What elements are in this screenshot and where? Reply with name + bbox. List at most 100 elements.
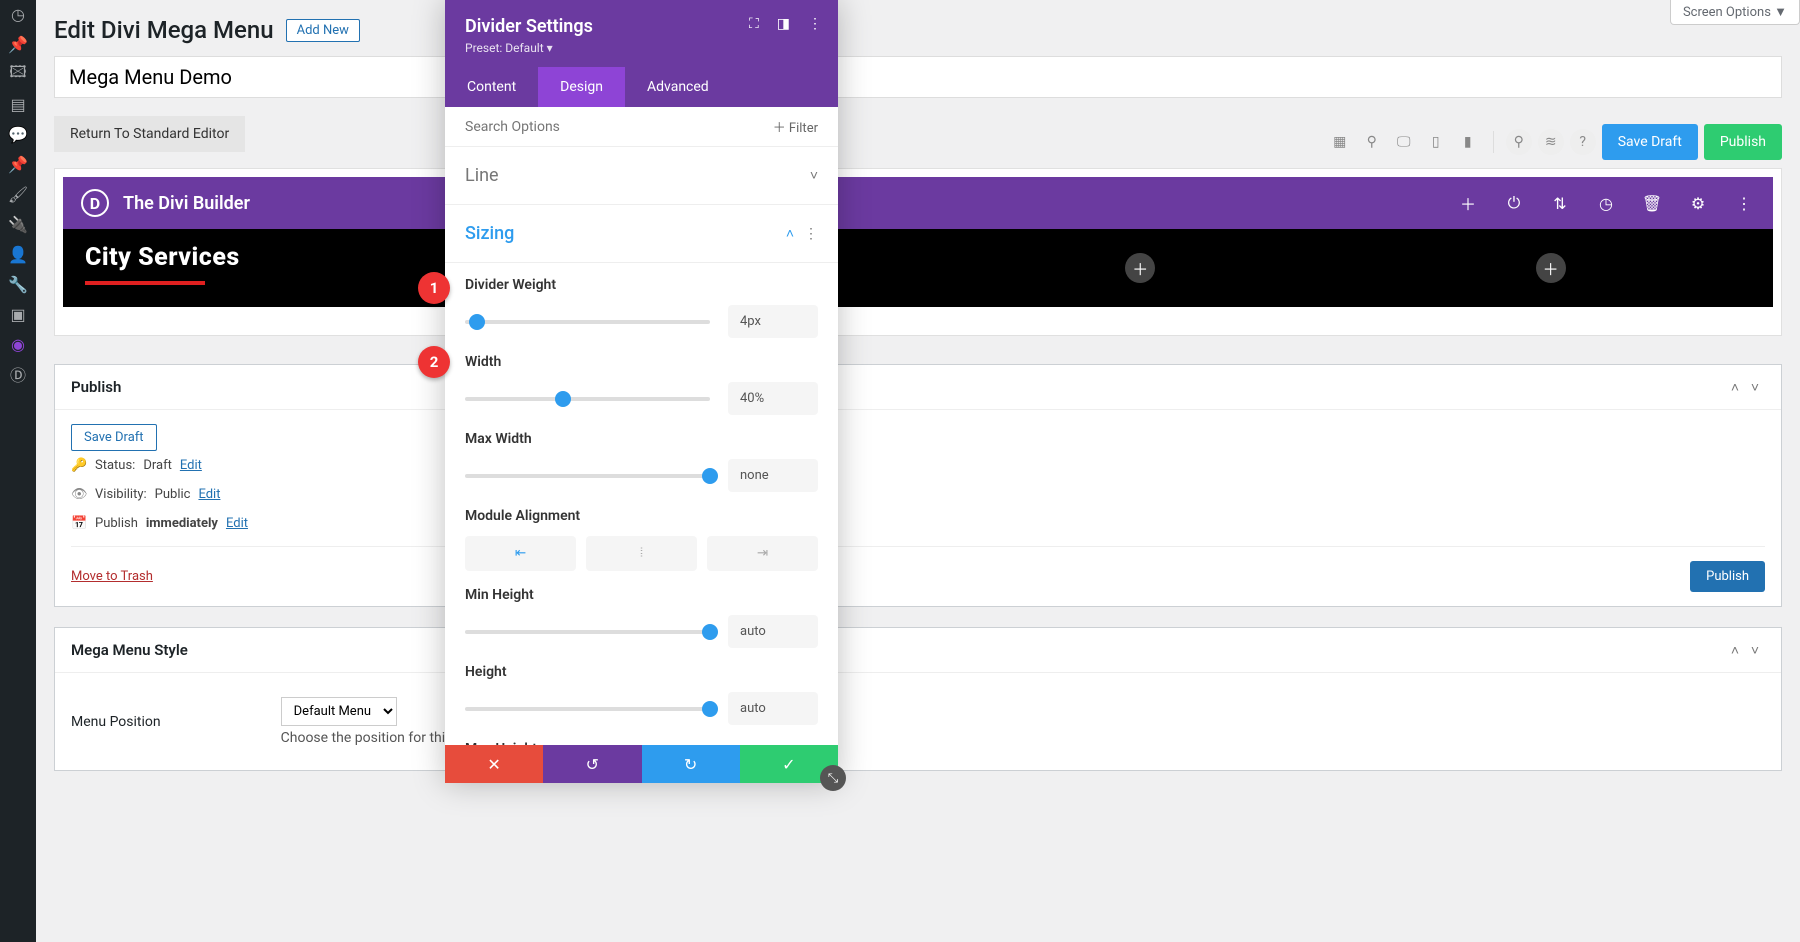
- chevron-down-icon: ˅: [810, 167, 818, 184]
- more-icon[interactable]: ⋮: [804, 226, 818, 242]
- chevron-down-icon[interactable]: ˅: [1745, 640, 1765, 660]
- modal-body[interactable]: ＋ Filter Line ˅ Sizing ˄ ⋮ Divider Weigh…: [445, 107, 838, 745]
- max-width-label: Max Width: [465, 431, 818, 447]
- wireframe-icon[interactable]: ▦: [1327, 129, 1353, 155]
- style-metabox-title: Mega Menu Style: [71, 641, 1725, 659]
- media-icon[interactable]: 🖾: [8, 64, 28, 84]
- search-icon[interactable]: ⚲: [1506, 129, 1532, 155]
- field-module-alignment: Module Alignment ⇤ ⦙ ⇥: [445, 494, 838, 573]
- divi-builder-header: D The Divi Builder ＋ ⏻ ⇅ ◷ 🗑 ⚙ ⋮: [63, 177, 1773, 229]
- tab-advanced[interactable]: Advanced: [625, 67, 731, 107]
- preview-heading: City Services: [85, 243, 1751, 272]
- align-right-button[interactable]: ⇥: [707, 536, 818, 571]
- resize-handle-icon[interactable]: ⤡: [820, 765, 846, 791]
- redo-icon[interactable]: ↻: [642, 745, 740, 783]
- history-icon[interactable]: ◷: [1595, 192, 1617, 214]
- wp-admin-sidebar: ◷ 📌 🖾 ▤ 💬 📌 🖌 🔌 👤 🔧 ▣ ◉ Ⓓ: [0, 0, 36, 942]
- tab-design[interactable]: Design: [538, 67, 625, 107]
- screen-options-toggle[interactable]: Screen Options ▼: [1670, 0, 1800, 25]
- tools-icon[interactable]: 🔧: [8, 274, 28, 294]
- width-slider[interactable]: [465, 397, 710, 401]
- edit-status-link[interactable]: Edit: [180, 458, 202, 473]
- height-input[interactable]: [728, 692, 818, 725]
- divi-d-icon[interactable]: Ⓓ: [8, 364, 28, 384]
- divi-builder-frame: D The Divi Builder ＋ ⏻ ⇅ ◷ 🗑 ⚙ ⋮ City Se…: [54, 168, 1782, 336]
- builder-toolbar: ▦ ⚲ 🖵 ▯ ▮ ⚲ ≋ ? Save Draft Publish: [1327, 116, 1782, 168]
- divider-settings-modal: Divider Settings Preset: Default ▾ ⛶ ◨ ⋮…: [445, 0, 838, 783]
- help-icon[interactable]: ?: [1570, 129, 1596, 155]
- chevron-up-icon[interactable]: ˄: [1725, 377, 1745, 397]
- layers-icon[interactable]: ≋: [1538, 129, 1564, 155]
- close-icon[interactable]: ✕: [445, 745, 543, 783]
- chevron-up-icon[interactable]: ˄: [1725, 640, 1745, 660]
- align-left-button[interactable]: ⇤: [465, 536, 576, 571]
- divi-icon[interactable]: ◉: [8, 334, 28, 354]
- section-line[interactable]: Line ˅: [445, 147, 838, 205]
- gear-icon[interactable]: ⚙: [1687, 192, 1709, 214]
- more-icon[interactable]: ⋮: [1733, 192, 1755, 214]
- modal-preset[interactable]: Preset: Default ▾: [465, 41, 818, 55]
- main-content: Screen Options ▼ Edit Divi Mega Menu Add…: [36, 0, 1800, 942]
- save-draft-button[interactable]: Save Draft: [71, 424, 157, 451]
- power-icon[interactable]: ⏻: [1503, 192, 1525, 214]
- add-module-icon[interactable]: ＋: [1125, 253, 1155, 283]
- divider-weight-input[interactable]: [728, 305, 818, 338]
- search-options-input[interactable]: [465, 119, 773, 135]
- post-title-input[interactable]: [54, 56, 1782, 98]
- edit-visibility-link[interactable]: Edit: [198, 487, 220, 502]
- max-width-slider[interactable]: [465, 474, 710, 478]
- appearance-icon[interactable]: 🖌: [8, 184, 28, 204]
- settings-icon[interactable]: ▣: [8, 304, 28, 324]
- publish-button[interactable]: Publish: [1704, 124, 1782, 160]
- menu-position-label: Menu Position: [71, 714, 161, 730]
- tablet-icon[interactable]: ▯: [1423, 129, 1449, 155]
- menu-position-select[interactable]: Default Menu: [281, 697, 397, 726]
- min-height-slider[interactable]: [465, 630, 710, 634]
- snap-icon[interactable]: ◨: [777, 16, 790, 32]
- align-center-button[interactable]: ⦙: [586, 536, 697, 571]
- add-module-icon[interactable]: ＋: [1536, 253, 1566, 283]
- section-sizing-label: Sizing: [465, 223, 514, 244]
- preview-divider: [85, 281, 205, 285]
- desktop-icon[interactable]: 🖵: [1391, 129, 1417, 155]
- undo-icon[interactable]: ↺: [543, 745, 641, 783]
- zoom-icon[interactable]: ⚲: [1359, 129, 1385, 155]
- max-width-input[interactable]: [728, 459, 818, 492]
- filter-link[interactable]: ＋ Filter: [773, 117, 818, 136]
- publish-submit-button[interactable]: Publish: [1690, 561, 1765, 592]
- tab-content[interactable]: Content: [445, 67, 538, 107]
- add-icon[interactable]: ＋: [1457, 192, 1479, 214]
- modal-header[interactable]: Divider Settings Preset: Default ▾ ⛶ ◨ ⋮: [445, 0, 838, 67]
- phone-icon[interactable]: ▮: [1455, 129, 1481, 155]
- plugins-icon[interactable]: 🔌: [8, 214, 28, 234]
- section-sizing[interactable]: Sizing ˄ ⋮: [445, 205, 838, 263]
- chevron-up-icon: ˄: [786, 225, 794, 242]
- dashboard-icon[interactable]: ◷: [8, 4, 28, 24]
- pages-icon[interactable]: ▤: [8, 94, 28, 114]
- add-new-button[interactable]: Add New: [286, 19, 360, 42]
- height-slider[interactable]: [465, 707, 710, 711]
- visibility-label: Visibility:: [95, 487, 147, 502]
- edit-publish-link[interactable]: Edit: [226, 516, 248, 531]
- width-input[interactable]: [728, 382, 818, 415]
- users-icon[interactable]: 👤: [8, 244, 28, 264]
- height-label: Height: [465, 664, 818, 680]
- return-standard-editor-button[interactable]: Return To Standard Editor: [54, 116, 245, 152]
- field-max-width: Max Width: [445, 417, 838, 494]
- divi-preview-area[interactable]: City Services ＋ ＋: [63, 229, 1773, 307]
- divider-weight-slider[interactable]: [465, 320, 710, 324]
- chevron-down-icon[interactable]: ˅: [1745, 377, 1765, 397]
- move-to-trash-link[interactable]: Move to Trash: [71, 569, 153, 584]
- comments-icon[interactable]: 💬: [8, 124, 28, 144]
- status-value: Draft: [143, 458, 172, 473]
- trash-icon[interactable]: 🗑: [1641, 192, 1663, 214]
- min-height-input[interactable]: [728, 615, 818, 648]
- key-icon: 🔑: [71, 458, 87, 473]
- save-draft-button[interactable]: Save Draft: [1602, 124, 1698, 160]
- pin-icon[interactable]: 📌: [8, 34, 28, 54]
- expand-icon[interactable]: ⛶: [749, 16, 759, 32]
- projects-icon[interactable]: 📌: [8, 154, 28, 174]
- field-width: Width: [445, 340, 838, 417]
- more-icon[interactable]: ⋮: [808, 16, 822, 32]
- sort-icon[interactable]: ⇅: [1549, 192, 1571, 214]
